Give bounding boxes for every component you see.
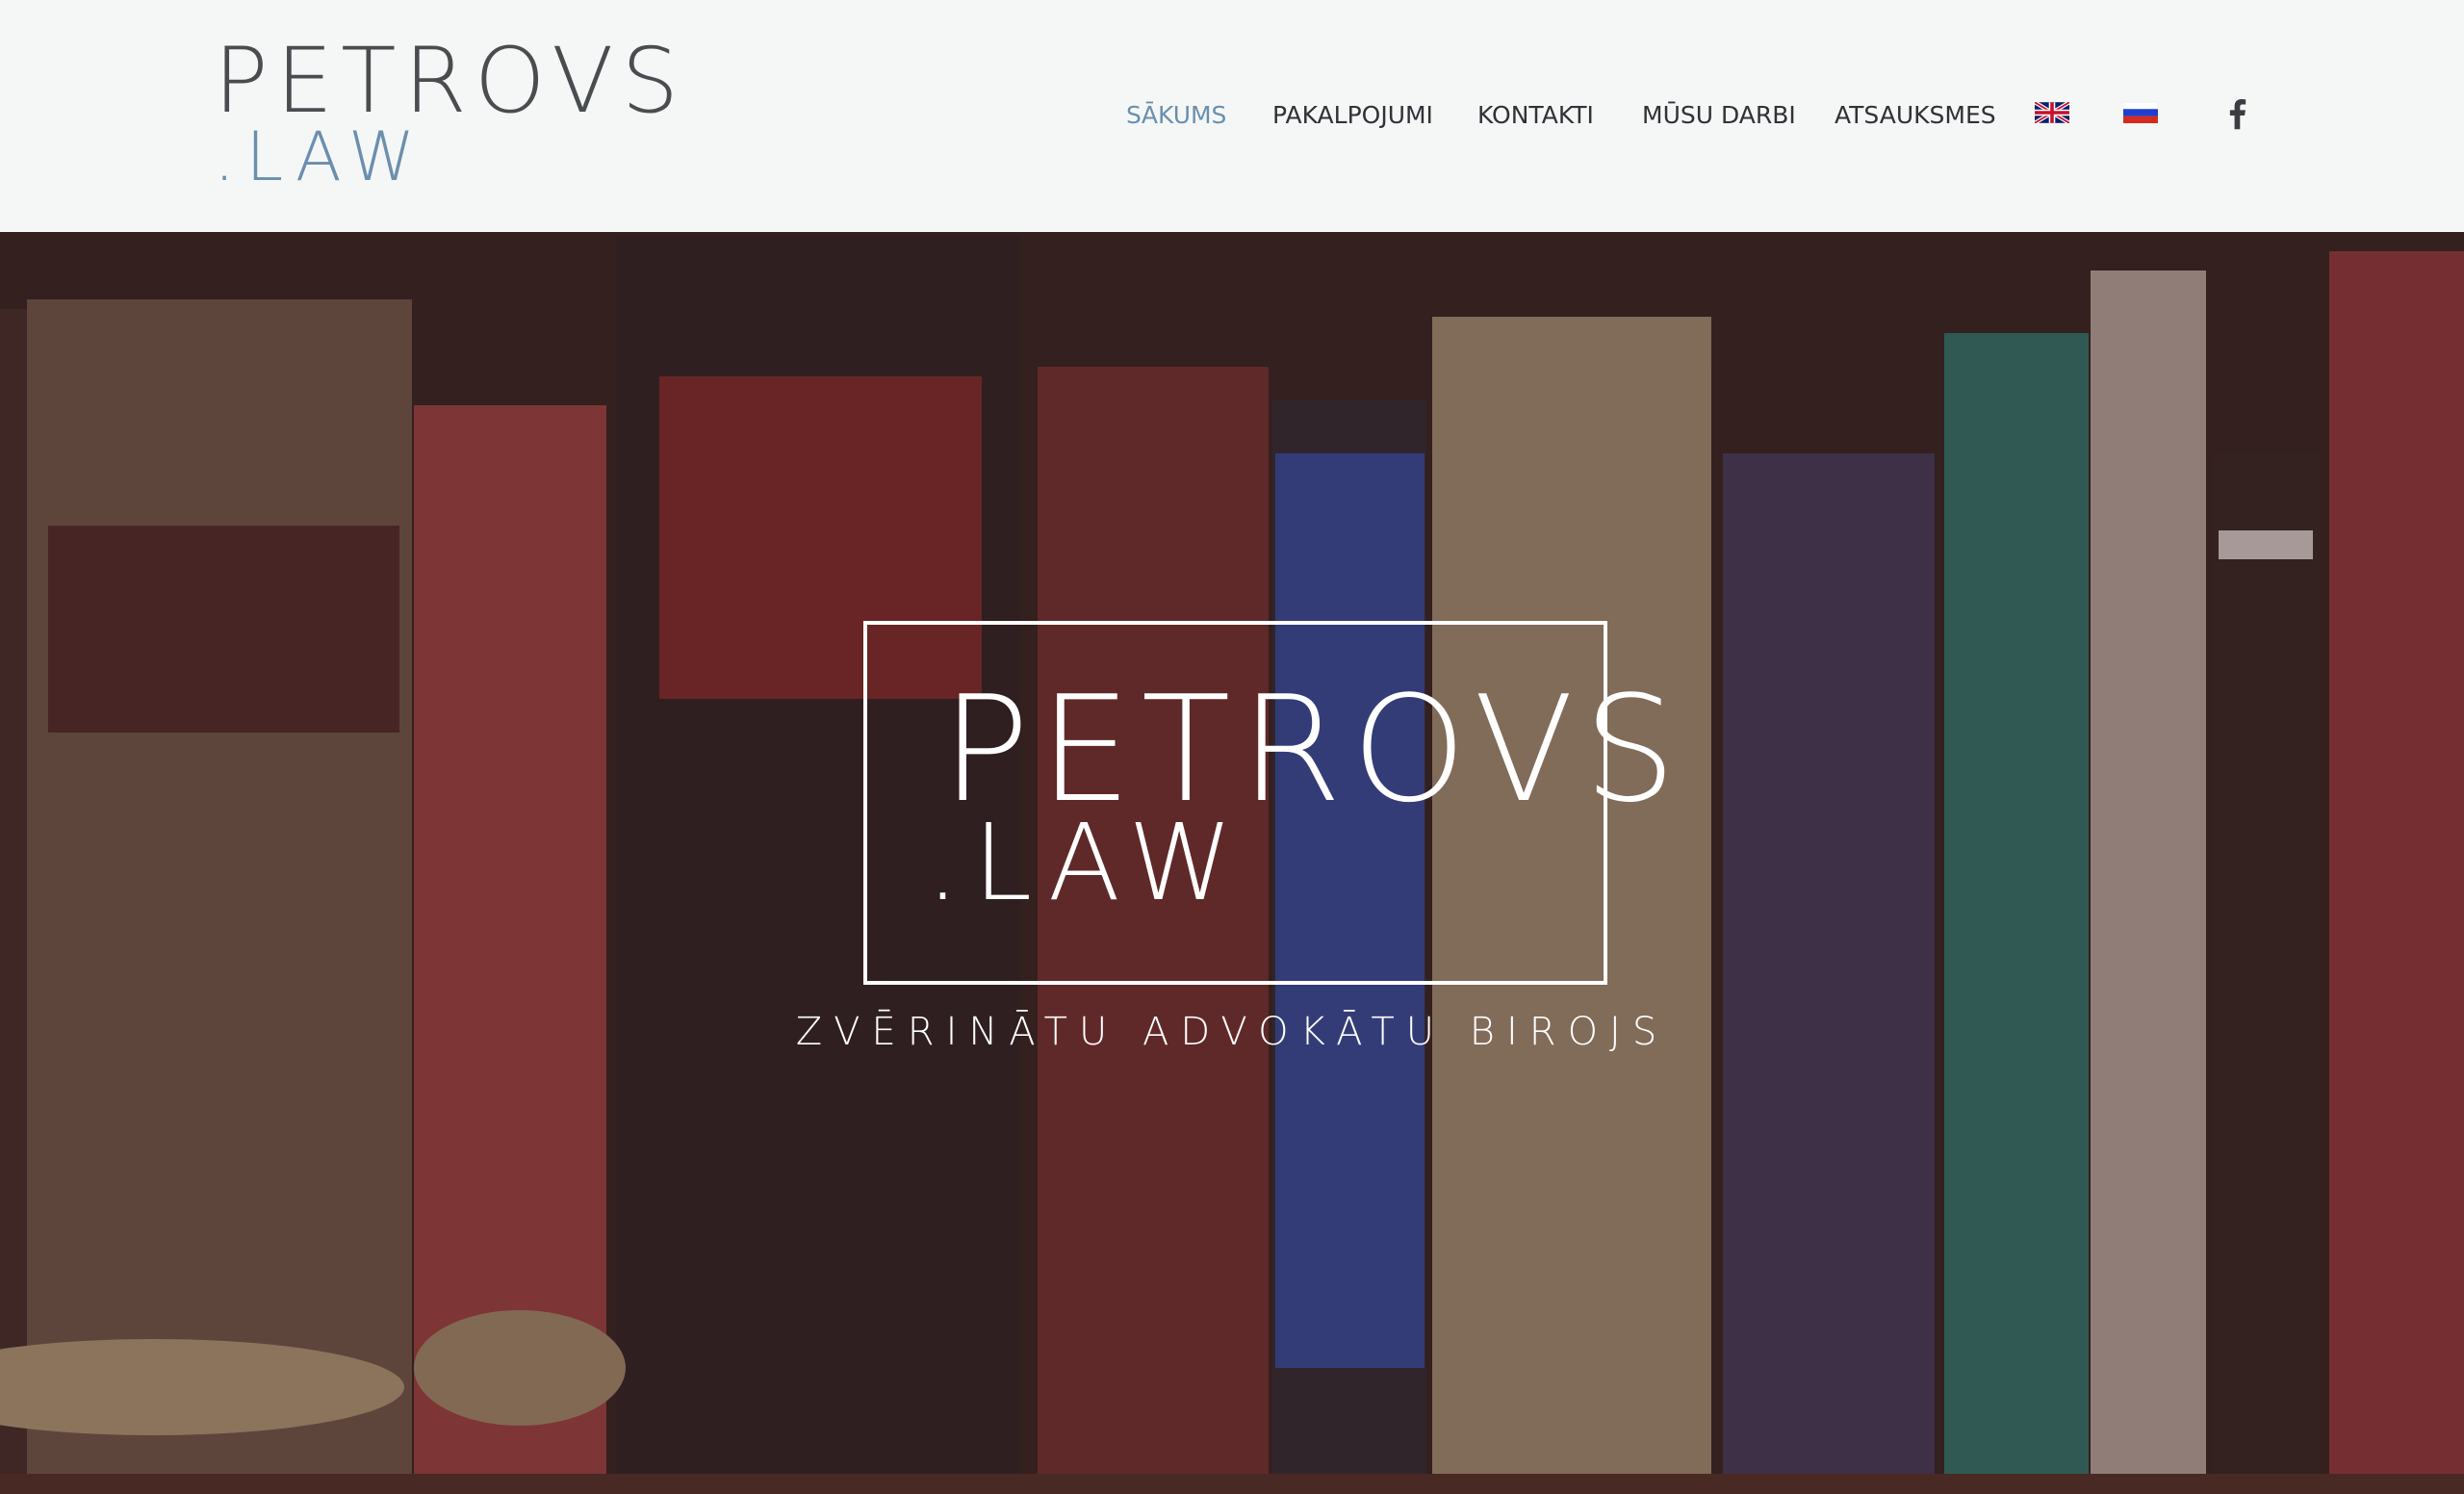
nav-item-kontakti[interactable]: KONTAKTI [1477,99,1594,132]
hero-section: PETROVS .LAW ZVĒRINĀTU ADVOKĀTU BIROJS [0,232,2464,1494]
main-nav: SĀKUMS PAKALPOJUMI KONTAKTI MŪSU DARBI A… [0,99,2464,132]
hero-tagline: ZVĒRINĀTU ADVOKĀTU BIROJS [795,1010,1669,1054]
hero-logo-sub-text: .LAW [926,801,1246,924]
nav-item-pakalpojumi[interactable]: PAKALPOJUMI [1272,99,1433,132]
nav-item-musu-darbi[interactable]: MŪSU DARBI [1642,99,1796,132]
uk-flag-icon[interactable] [2033,100,2071,125]
site-header: PETROVS .LAW SĀKUMS PAKALPOJUMI KONTAKTI… [0,0,2464,232]
facebook-icon[interactable] [2227,98,2248,131]
nav-item-atsauksmes[interactable]: ATSAUKSMES [1835,99,1996,132]
nav-item-sakums[interactable]: SĀKUMS [1126,99,1226,132]
ru-flag-icon[interactable] [2122,101,2159,123]
